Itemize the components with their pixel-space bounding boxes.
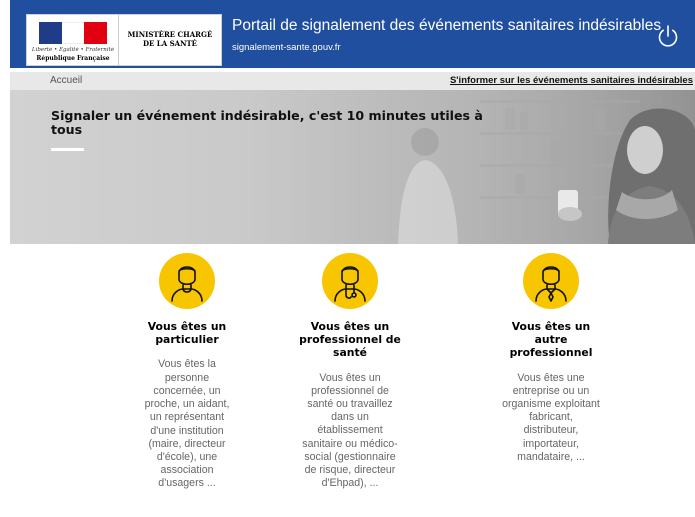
title-underline	[51, 148, 84, 151]
card-title: Vous êtes un professionnel de santé	[299, 320, 401, 360]
hero-title: Signaler un événement indésirable, c'est…	[51, 108, 483, 138]
card-description: Vous êtes la personne concernée, un proc…	[144, 358, 230, 490]
portal-url: signalement-sante.gouv.fr	[232, 42, 341, 53]
site-header: Liberté • Égalité • Fraternité Républiqu…	[10, 0, 695, 68]
person-icon	[159, 253, 215, 309]
breadcrumb-home[interactable]: Accueil	[50, 75, 82, 86]
republic-label: République Française	[36, 55, 110, 62]
hero-banner: Signaler un événement indésirable, c'est…	[10, 90, 695, 244]
inform-link[interactable]: S'informer sur les événements sanitaires…	[450, 75, 693, 86]
card-description: Vous êtes une entreprise ou un organisme…	[502, 371, 600, 463]
card-title: Vous êtes un particulier	[147, 320, 227, 347]
portal-title: Portail de signalement des événements sa…	[232, 17, 662, 34]
health-professional-icon	[322, 253, 378, 309]
power-icon[interactable]	[656, 24, 680, 48]
card-description: Vous êtes un professionnel de santé ou t…	[302, 371, 398, 490]
card-title: Vous êtes un autre professionnel	[509, 320, 593, 360]
republic-motto: Liberté • Égalité • Fraternité	[31, 47, 115, 53]
other-professional-icon	[523, 253, 579, 309]
ministry-label: MINISTÈRE CHARGÉ DE LA SANTÉ	[127, 30, 213, 48]
government-logo[interactable]: Liberté • Égalité • Fraternité Républiqu…	[26, 14, 222, 66]
marianne-logo: Liberté • Égalité • Fraternité Républiqu…	[27, 15, 119, 65]
card-professionnel-sante[interactable]: Vous êtes un professionnel de santé Vous…	[270, 253, 430, 491]
flag-icon	[39, 22, 108, 44]
card-particulier[interactable]: Vous êtes un particulier Vous êtes la pe…	[107, 253, 267, 491]
breadcrumb-bar: Accueil S'informer sur les événements sa…	[10, 72, 695, 90]
card-autre-professionnel[interactable]: Vous êtes un autre professionnel Vous êt…	[471, 253, 631, 464]
